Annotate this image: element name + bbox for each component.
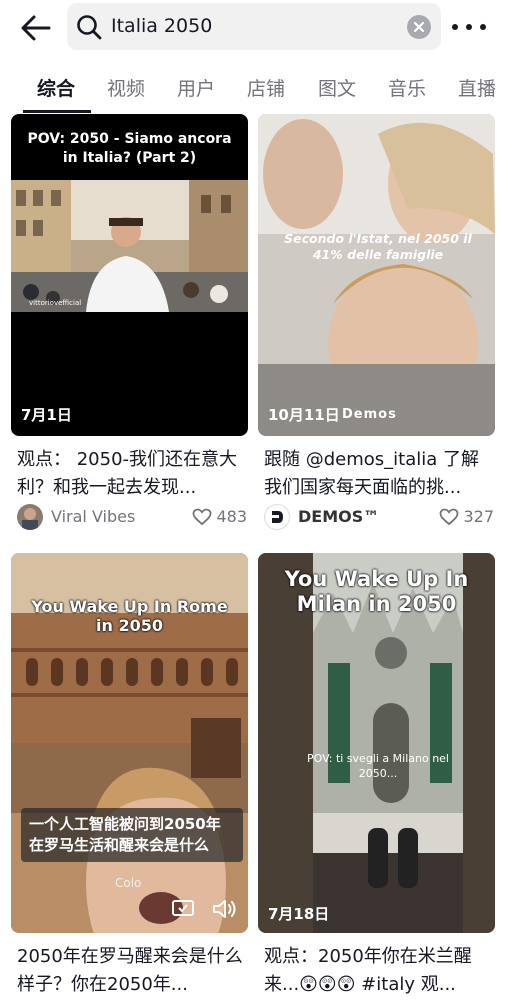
tab-photos[interactable]: 图文 [318,74,356,101]
caption-faint-text: Colo [115,876,142,890]
search-bar[interactable]: Italia 2050 [67,3,441,50]
brand-watermark: Demos [342,407,397,422]
thumbnail-overlay-text: POV: 2050 - Siamo ancora in Italia? (Par… [27,131,232,166]
avatar[interactable] [17,504,43,530]
like-count[interactable]: 327 [439,507,494,526]
thumbnail-overlay-text: You Wake Up In Rome in 2050 [31,597,228,635]
post-date: 10月11日 [268,406,340,424]
post-date: 7月1日 [21,406,72,424]
tab-music[interactable]: 音乐 [388,74,426,101]
video-title[interactable]: 观点：2050年你在米兰醒来...😲😲😲 #italy 观... [264,943,492,999]
caption-box: 一个人工智能被问到2050年在罗马生活和醒来会是什么 [21,808,243,862]
tab-videos[interactable]: 视频 [107,74,145,101]
like-count-value: 483 [216,507,247,526]
tab-users[interactable]: 用户 [177,74,215,101]
like-count-value: 327 [463,507,494,526]
category-tabs: 综合 视频 用户 店铺 图文 音乐 直播 [0,64,506,114]
back-button[interactable] [16,8,56,48]
like-count[interactable]: 483 [192,507,247,526]
video-title[interactable]: 2050年在罗马醒来会是什么样子？你在2050年... [17,943,245,999]
caption-text: 一个人工智能被问到2050年在罗马生活和醒来会是什么 [29,815,221,854]
video-card[interactable]: Secondo l'Istat, nel 2050 il 41% delle f… [258,114,495,534]
heart-icon [440,508,459,525]
video-card[interactable]: POV: 2050 - Siamo ancora in Italia? (Par… [11,114,248,534]
tab-shops[interactable]: 店铺 [247,74,285,101]
active-tab-indicator [23,110,91,113]
quality-icon[interactable] [171,897,195,921]
video-title[interactable]: 跟随 @demos_italia 了解我们国家每天面临的挑... [264,446,492,502]
video-thumbnail[interactable]: You Wake Up In Rome in 2050 一个人工智能被问到205… [11,553,248,933]
video-card[interactable]: You Wake Up In Milan in 2050 POV: ti sve… [258,553,495,1000]
back-arrow-icon [21,15,51,41]
street-scene-image [11,180,248,312]
more-options-button[interactable] [452,12,486,42]
more-dot-icon [480,24,486,30]
card-meta: DEMOS™ 327 [264,504,494,532]
volume-icon[interactable] [211,897,237,921]
tab-live[interactable]: 直播 [458,74,496,101]
avatar[interactable] [264,504,290,530]
card-meta: Viral Vibes 483 [17,504,247,532]
video-thumbnail[interactable]: POV: 2050 - Siamo ancora in Italia? (Par… [11,114,248,436]
clear-search-button[interactable] [407,15,431,39]
more-dot-icon [466,24,472,30]
video-title[interactable]: 观点： 2050-我们还在意大利？和我一起去发现... [17,446,245,502]
video-card[interactable]: You Wake Up In Rome in 2050 一个人工智能被问到205… [11,553,248,1000]
heart-icon [193,508,212,525]
close-icon [413,21,425,33]
thumbnail-overlay-subtext: POV: ti svegli a Milano nel 2050... [307,752,449,780]
thumbnail-overlay-text: You Wake Up In Milan in 2050 [284,567,469,616]
post-date: 7月18日 [268,905,330,923]
top-bar: Italia 2050 [0,0,506,56]
more-dot-icon [452,24,458,30]
tab-all[interactable]: 综合 [37,74,75,101]
video-thumbnail[interactable]: You Wake Up In Milan in 2050 POV: ti sve… [258,553,495,933]
search-icon [77,15,102,40]
author-name[interactable]: DEMOS™ [298,507,379,526]
thumbnail-overlay-text: Secondo l'Istat, nel 2050 il 41% delle f… [284,231,472,262]
video-thumbnail[interactable]: Secondo l'Istat, nel 2050 il 41% delle f… [258,114,495,436]
family-photo-image [258,114,495,436]
author-name[interactable]: Viral Vibes [51,507,135,526]
creator-watermark: vittoriovefficial [29,299,82,307]
search-input[interactable]: Italia 2050 [111,3,212,50]
